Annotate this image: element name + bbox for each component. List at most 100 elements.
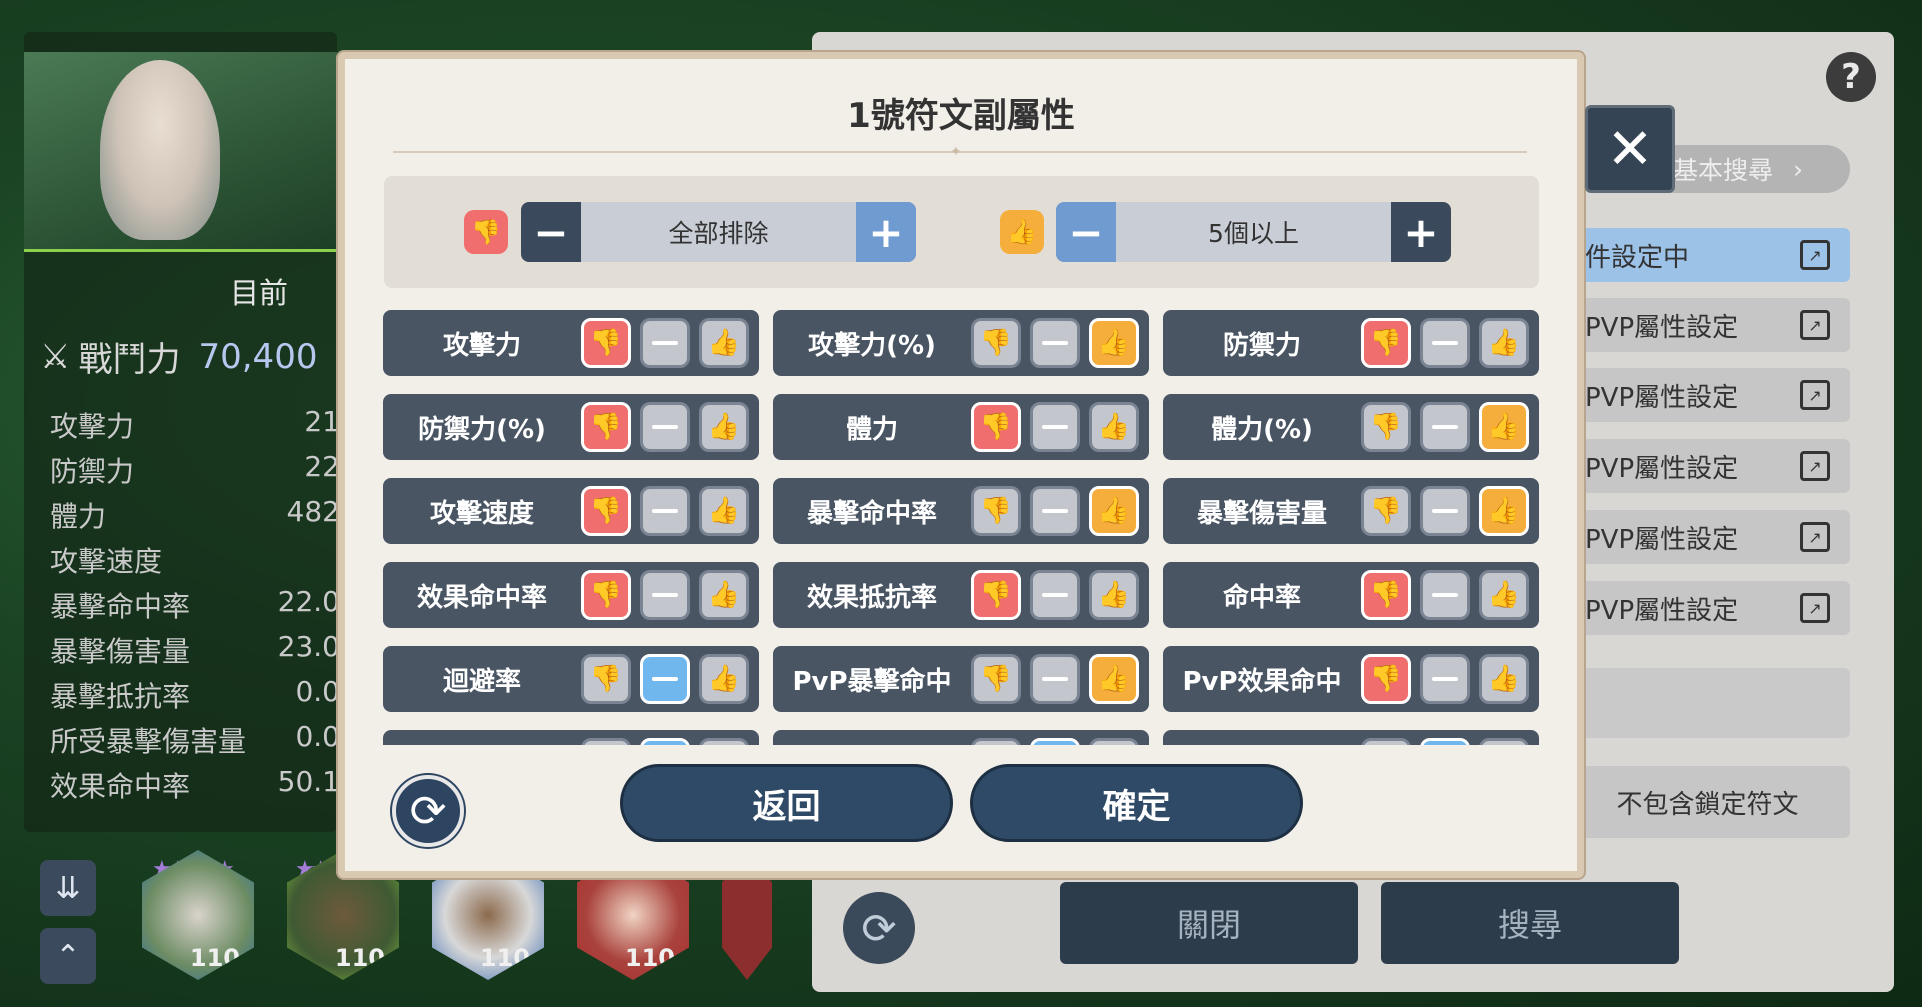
thumbs-down-icon[interactable]: 👎 [1361,402,1411,452]
neutral-icon[interactable] [1420,402,1470,452]
neutral-icon[interactable] [1420,738,1470,745]
thumbs-down-icon[interactable]: 👎 [581,486,631,536]
thumbs-up-icon[interactable]: 👍 [1479,570,1529,620]
thumbs-down-icon[interactable]: 👎 [581,738,631,745]
thumbs-down-icon[interactable]: 👎 [581,318,631,368]
hero-level: 110 [189,944,240,972]
neutral-icon[interactable] [640,738,690,745]
external-link-icon: ↗ [1800,240,1830,270]
thumbs-up-icon[interactable]: 👍 [1089,570,1139,620]
attribute-row: 效果命中率 👎 👍 [383,562,759,628]
thumbs-up-icon[interactable]: 👍 [1479,318,1529,368]
thumbs-up-icon[interactable]: 👍 [699,486,749,536]
thumbs-down-icon[interactable]: 👎 [1361,738,1411,745]
confirm-button[interactable]: 確定 [970,764,1303,842]
attribute-row: 效果抵抗率 👎 👍 [773,562,1149,628]
thumbs-down-icon[interactable]: 👎 [1361,570,1411,620]
empty-slot [1565,668,1850,738]
neutral-icon[interactable] [1030,738,1080,745]
thumbs-up-icon[interactable]: 👍 [699,318,749,368]
thumbs-down-icon[interactable]: 👎 [971,318,1021,368]
thumbs-up-icon[interactable]: 👍 [699,738,749,745]
attribute-label: 暴擊命中率 [806,498,937,529]
neutral-icon[interactable] [1030,654,1080,704]
preset-row[interactable]: PVP屬性設定 ↗ [1565,510,1850,564]
like-stepper[interactable]: − 5個以上 + [1056,202,1451,262]
thumbs-up-icon[interactable]: 👍 [1089,318,1139,368]
thumbs-down-icon[interactable]: 👎 [971,402,1021,452]
neutral-icon[interactable] [640,318,690,368]
attribute-label: 體力(%) [1211,414,1313,445]
power-label: 戰鬥力 [78,340,181,380]
neutral-icon[interactable] [1420,654,1470,704]
attribute-label: PvP暴擊命中 [792,666,952,697]
back-button[interactable]: 返回 [620,764,953,842]
thumbs-up-icon[interactable]: 👍 [1479,654,1529,704]
plus-button[interactable]: + [1391,202,1451,262]
preset-row[interactable]: PVP屬性設定 ↗ [1565,368,1850,422]
combat-power: ⚔ 戰鬥力 70,400 [40,332,317,381]
stat-row: 體力 482 [50,495,340,533]
thumbs-up-icon[interactable]: 👍 [1089,486,1139,536]
dislike-stepper[interactable]: − 全部排除 + [521,202,916,262]
thumbs-down-icon[interactable]: 👎 [971,570,1021,620]
neutral-icon[interactable] [640,486,690,536]
thumbs-down-icon[interactable]: 👎 [1361,486,1411,536]
thumbs-down-icon[interactable]: 👎 [971,738,1021,745]
stat-row: 暴擊傷害量 23.0 [50,630,340,668]
minus-button[interactable]: − [1056,202,1116,262]
thumbs-down-icon[interactable]: 👎 [1361,654,1411,704]
neutral-icon[interactable] [1420,318,1470,368]
neutral-icon[interactable] [640,654,690,704]
neutral-icon[interactable] [640,570,690,620]
thumbs-up-icon[interactable]: 👍 [1089,738,1139,745]
help-button[interactable]: ? [1826,52,1876,102]
preset-row[interactable]: 件設定中 ↗ [1565,228,1850,282]
reset-icon[interactable]: ⟳ [392,775,464,847]
minus-button[interactable]: − [521,202,581,262]
attribute-row: 體力(%) 👎 👍 [1163,394,1539,460]
hero-level: 110 [334,944,385,972]
thumbs-up-icon[interactable]: 👍 [699,402,749,452]
neutral-icon[interactable] [1030,486,1080,536]
neutral-icon[interactable] [1030,402,1080,452]
thumbs-up-icon[interactable]: 👍 [1479,486,1529,536]
preset-row[interactable]: PVP屬性設定 ↗ [1565,439,1850,493]
sort-icon[interactable]: ⇊ [40,860,96,916]
preset-row[interactable]: PVP屬性設定 ↗ [1565,298,1850,352]
thumbs-down-icon[interactable]: 👎 [971,486,1021,536]
exclude-locked-toggle[interactable]: 不包含鎖定符文 [1565,766,1850,838]
thumbs-down-icon[interactable]: 👎 [581,402,631,452]
neutral-icon[interactable] [1030,570,1080,620]
close-icon[interactable]: ✕ [1585,105,1675,193]
thumbs-down-icon[interactable]: 👎 [581,654,631,704]
close-button[interactable]: 關閉 [1060,882,1358,964]
thumbs-up-icon[interactable]: 👍 [699,570,749,620]
thumbs-down-icon[interactable]: 👎 [971,654,1021,704]
attribute-label: 暴擊傷害量 [1196,498,1327,529]
thumbs-down-icon[interactable]: 👎 [1361,318,1411,368]
attribute-row: 👎👍 [383,730,759,745]
thumbs-up-icon[interactable]: 👍 [1479,738,1529,745]
attribute-row: 迴避率 👎 👍 [383,646,759,712]
thumbs-up-icon[interactable]: 👍 [1479,402,1529,452]
attribute-label: 防禦力 [1222,330,1301,361]
preset-row[interactable]: PVP屬性設定 ↗ [1565,581,1850,635]
neutral-icon[interactable] [640,402,690,452]
neutral-icon[interactable] [1420,486,1470,536]
neutral-icon[interactable] [1030,318,1080,368]
attribute-row: PvP效果命中 👎 👍 [1163,646,1539,712]
thumbs-up-icon[interactable]: 👍 [699,654,749,704]
neutral-icon[interactable] [1420,570,1470,620]
reset-icon[interactable]: ⟳ [843,892,915,964]
attribute-label: 攻擊力(%) [808,330,936,361]
external-link-icon: ↗ [1800,310,1830,340]
thumbs-up-icon[interactable]: 👍 [1089,654,1139,704]
like-filter-value: 5個以上 [1208,219,1299,248]
thumbs-up-icon[interactable]: 👍 [1089,402,1139,452]
external-link-icon: ↗ [1800,451,1830,481]
thumbs-down-icon[interactable]: 👎 [581,570,631,620]
collapse-icon[interactable]: ⌃ [40,928,96,984]
search-button[interactable]: 搜尋 [1381,882,1679,964]
plus-button[interactable]: + [856,202,916,262]
